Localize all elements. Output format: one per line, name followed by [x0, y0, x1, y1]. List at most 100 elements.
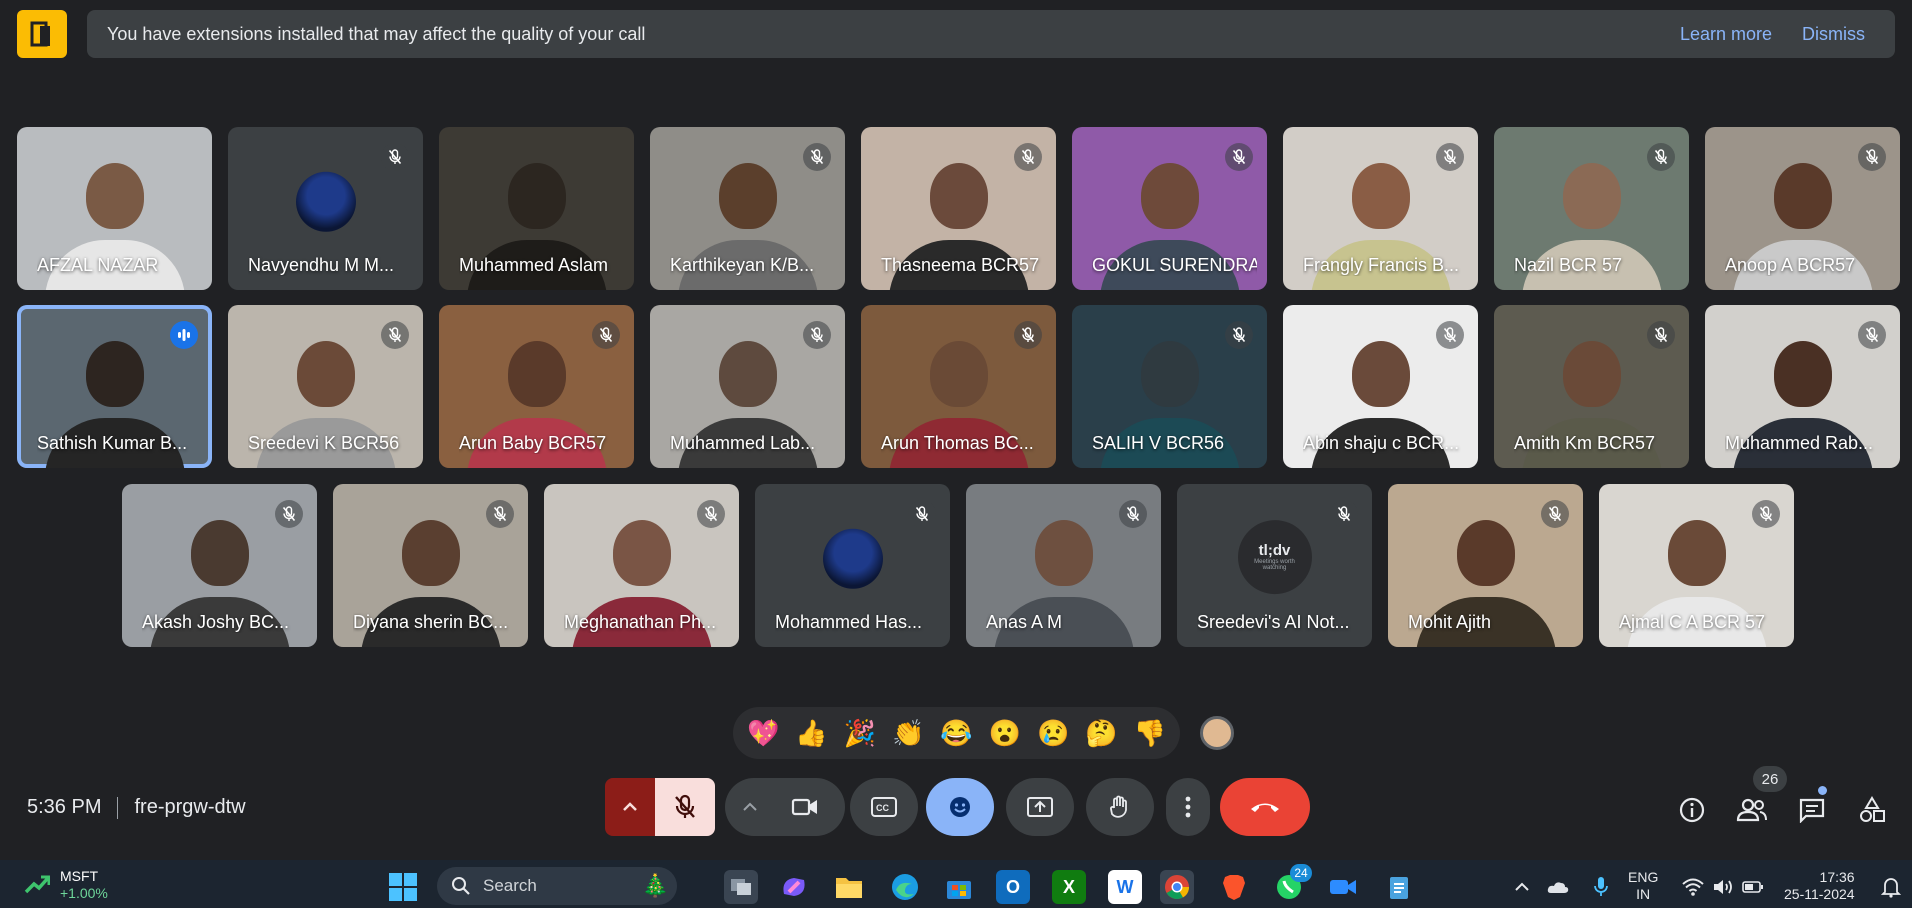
muted-mic-icon	[381, 143, 409, 171]
reaction-button[interactable]: 😮	[983, 718, 1027, 749]
participant-name: GOKUL SURENDRAN ...	[1092, 255, 1257, 275]
participant-tile[interactable]: Anas A M	[966, 484, 1161, 647]
reaction-button[interactable]: 👏	[886, 718, 930, 749]
participant-video-face	[401, 519, 460, 586]
participant-video-face	[612, 519, 671, 586]
muted-mic-icon	[1119, 500, 1147, 528]
participant-tile[interactable]: Meghanathan Ph...	[544, 484, 739, 647]
brave-browser-icon[interactable]	[1217, 870, 1251, 904]
microphone-tray-icon[interactable]	[1584, 870, 1618, 904]
participant-name: Ajmal C A BCR 57	[1619, 612, 1766, 632]
taskbar-date: 25-11-2024	[1784, 886, 1855, 902]
participant-tile[interactable]: Anoop A BCR57	[1705, 127, 1900, 290]
participant-tile[interactable]: GOKUL SURENDRAN ...	[1072, 127, 1267, 290]
captions-button[interactable]: CC	[850, 778, 918, 836]
battery-icon[interactable]	[1736, 870, 1770, 904]
file-explorer-icon[interactable]	[832, 870, 866, 904]
participant-tile[interactable]: Akash Joshy BC...	[122, 484, 317, 647]
system-clock[interactable]: 17:36 25-11-2024	[1784, 869, 1855, 903]
learn-more-link[interactable]: Learn more	[1680, 24, 1772, 45]
participant-tile[interactable]: Mohammed Has...	[755, 484, 950, 647]
copilot-icon[interactable]	[777, 870, 811, 904]
participant-name: Sreedevi's AI Not...	[1197, 612, 1350, 632]
present-screen-button[interactable]	[1006, 778, 1074, 836]
participant-tile[interactable]: Muhammed Lab...	[650, 305, 845, 468]
participant-video-face	[190, 519, 249, 586]
participant-tile[interactable]: Muhammed Rab...	[1705, 305, 1900, 468]
participant-tile[interactable]: Sreedevi K BCR56	[228, 305, 423, 468]
muted-mic-icon	[1541, 500, 1569, 528]
participant-tile[interactable]: Abin shaju c BCR...	[1283, 305, 1478, 468]
info-icon	[1679, 797, 1705, 823]
people-button[interactable]	[1732, 790, 1772, 830]
volume-icon[interactable]	[1706, 870, 1740, 904]
participant-video-face	[296, 340, 355, 407]
participant-name: Karthikeyan K/B...	[670, 255, 815, 275]
xbox-icon[interactable]: X	[1052, 870, 1086, 904]
camera-toggle-button[interactable]	[775, 778, 835, 836]
participant-tile[interactable]: Ajmal C A BCR 57	[1599, 484, 1794, 647]
participant-video-face	[1034, 519, 1093, 586]
participant-tile[interactable]: Muhammed Aslam	[439, 127, 634, 290]
participant-tile[interactable]: SALIH V BCR56	[1072, 305, 1267, 468]
dismiss-button[interactable]: Dismiss	[1802, 24, 1865, 45]
edge-browser-icon[interactable]	[888, 870, 922, 904]
taskbar-search[interactable]: Search 🎄	[437, 867, 677, 905]
muted-mic-icon	[592, 321, 620, 349]
reaction-button[interactable]: 😢	[1031, 718, 1075, 749]
chat-button[interactable]	[1792, 790, 1832, 830]
muted-mic-icon	[1858, 321, 1886, 349]
start-button[interactable]	[386, 870, 420, 904]
more-options-button[interactable]	[1166, 778, 1210, 836]
microsoft-store-icon[interactable]	[942, 870, 976, 904]
onedrive-cloud-icon[interactable]	[1541, 870, 1575, 904]
reaction-button[interactable]: 💖	[741, 718, 785, 749]
participant-tile[interactable]: Karthikeyan K/B...	[650, 127, 845, 290]
participant-tile[interactable]: Diyana sherin BC...	[333, 484, 528, 647]
notifications-icon[interactable]	[1874, 870, 1908, 904]
task-view-icon[interactable]	[724, 870, 758, 904]
reactions-button[interactable]	[926, 778, 994, 836]
reaction-button[interactable]: 🎉	[838, 718, 882, 749]
microphone-toggle-button[interactable]	[655, 778, 715, 836]
participant-tile[interactable]: Sathish Kumar B...	[17, 305, 212, 468]
participant-video-face	[507, 162, 566, 229]
participant-name: Nazil BCR 57	[1514, 255, 1623, 275]
chevron-up-icon[interactable]	[1505, 870, 1539, 904]
reaction-button[interactable]: 👎	[1128, 718, 1172, 749]
reaction-button[interactable]: 😂	[934, 718, 978, 749]
raise-hand-button[interactable]	[1086, 778, 1154, 836]
chrome-icon[interactable]	[1160, 870, 1194, 904]
activities-button[interactable]	[1852, 790, 1892, 830]
participant-name: Mohammed Has...	[775, 612, 923, 632]
participant-tile[interactable]: AFZAL NAZAR	[17, 127, 212, 290]
notepad-icon[interactable]	[1382, 870, 1416, 904]
meeting-details-button[interactable]	[1672, 790, 1712, 830]
word-app-icon[interactable]: W	[1108, 870, 1142, 904]
wifi-icon[interactable]	[1676, 870, 1710, 904]
reaction-button[interactable]: 👍	[789, 718, 833, 749]
participant-tile[interactable]: Mohit Ajith	[1388, 484, 1583, 647]
meeting-code[interactable]: fre-prgw-dtw	[134, 796, 245, 819]
stock-widget[interactable]: MSFT +1.00%	[24, 868, 108, 902]
participant-tile[interactable]: Navyendhu M M...	[228, 127, 423, 290]
participant-tile[interactable]: Nazil BCR 57	[1494, 127, 1689, 290]
participant-tile[interactable]: tl;dv Meetings worth watching Sreedevi's A…	[1177, 484, 1372, 647]
skin-tone-selector[interactable]	[1200, 716, 1234, 750]
participant-tile[interactable]: Amith Km BCR57	[1494, 305, 1689, 468]
video-options-button[interactable]	[725, 778, 775, 836]
language-indicator[interactable]: ENG IN	[1628, 869, 1658, 903]
participant-tile[interactable]: Arun Thomas BC...	[861, 305, 1056, 468]
svg-text:CC: CC	[876, 803, 889, 813]
leave-call-button[interactable]	[1220, 778, 1310, 836]
participant-tile[interactable]: Arun Baby BCR57	[439, 305, 634, 468]
present-icon	[1027, 797, 1053, 817]
muted-mic-icon	[381, 321, 409, 349]
reaction-button[interactable]: 🤔	[1079, 718, 1123, 749]
muted-mic-icon	[1225, 321, 1253, 349]
participant-tile[interactable]: Frangly Francis B...	[1283, 127, 1478, 290]
participant-tile[interactable]: Thasneema BCR57	[861, 127, 1056, 290]
zoom-icon[interactable]	[1326, 870, 1360, 904]
outlook-icon[interactable]: O	[996, 870, 1030, 904]
audio-options-button[interactable]	[605, 778, 655, 836]
